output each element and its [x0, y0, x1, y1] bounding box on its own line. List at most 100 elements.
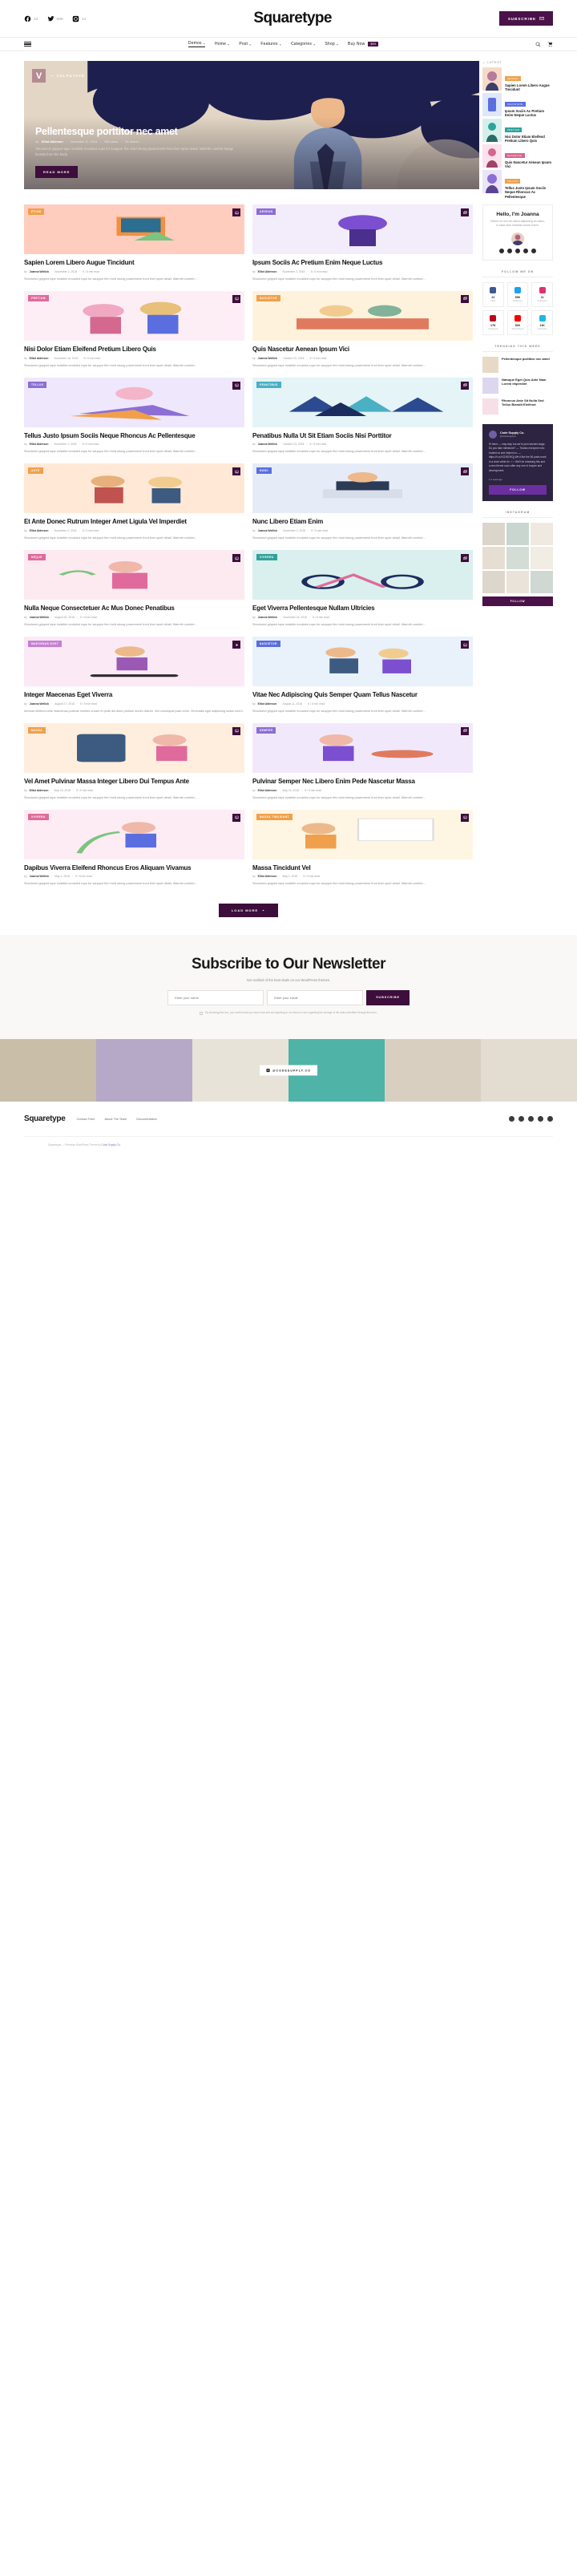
- post-category-badge[interactable]: MASSA TINCIDUNT: [256, 813, 293, 820]
- load-more-button[interactable]: LOAD MORE: [218, 903, 279, 917]
- post-card[interactable]: NASCETUR Vitae Nec Adipiscing Quis Semper…: [252, 637, 473, 714]
- trending-title[interactable]: Rhoncus Ante Sit Nulla Sed Tellus Blandi…: [502, 398, 553, 406]
- follow-cell[interactable]: 17K Followers: [482, 309, 504, 335]
- post-author[interactable]: Joanna Wellick: [258, 357, 277, 360]
- post-title[interactable]: Eget Viverra Pellentesque Nullam Ultrici…: [252, 605, 473, 613]
- facebook-icon[interactable]: [509, 1116, 514, 1122]
- post-author[interactable]: Joanna Wellick: [30, 875, 49, 878]
- post-title[interactable]: Ipsum Sociis Ac Pretium Enim Neque Luctu…: [252, 259, 473, 267]
- instagram-icon[interactable]: [528, 1116, 534, 1122]
- ig-strip-cell[interactable]: [96, 1039, 192, 1102]
- post-title[interactable]: Vel Amet Pulvinar Massa Integer Libero D…: [24, 778, 244, 786]
- post-category-badge[interactable]: NASCETUR: [256, 294, 280, 301]
- post-author[interactable]: Joanna Wellick: [30, 616, 49, 619]
- instagram-cell[interactable]: [506, 522, 529, 545]
- twitter-icon[interactable]: [507, 248, 512, 253]
- cart-icon[interactable]: [547, 42, 553, 47]
- trending-title[interactable]: Natoque Eget Quis Ante Nam Lorem Imperdi…: [502, 378, 553, 386]
- category-badge[interactable]: PRETIUM: [505, 127, 523, 132]
- footer-link-about[interactable]: About The Team: [104, 1118, 127, 1121]
- post-author[interactable]: Elliot Alderson: [258, 789, 277, 792]
- instagram-cell[interactable]: [531, 570, 553, 593]
- instagram-icon[interactable]: [515, 248, 520, 253]
- post-category-badge[interactable]: VIVERRA: [28, 813, 49, 820]
- follow-cell[interactable]: 69K Followers: [506, 281, 529, 307]
- hero-author[interactable]: Elliot Alderson: [42, 140, 63, 144]
- twitter-icon[interactable]: [518, 1116, 524, 1122]
- hamburger-icon[interactable]: [24, 41, 31, 47]
- instagram-cell[interactable]: [506, 570, 529, 593]
- post-card[interactable]: VIVERRA Dapibus Viverra Eleifend Rhoncus …: [24, 809, 244, 887]
- post-category-badge[interactable]: SEMPER: [256, 726, 276, 734]
- post-category-badge[interactable]: NASCETUR: [256, 641, 280, 648]
- trending-title[interactable]: Pellentesque porttitor nec amet: [502, 357, 550, 361]
- hero-side-title[interactable]: Sapien Lorem Libero Augue Tincidunt: [505, 83, 553, 92]
- post-thumbnail[interactable]: NEQUE: [24, 550, 244, 601]
- category-badge[interactable]: AENEAN: [505, 76, 521, 81]
- hero-side-item[interactable]: PRETIUM Nisi Dolor Etiam Eleifend Pretiu…: [482, 119, 553, 143]
- post-author[interactable]: Joanna Wellick: [30, 702, 49, 706]
- post-category-badge[interactable]: ANTE: [28, 467, 43, 475]
- post-card[interactable]: PENATIBUS Penatibus Nulla Ut Sit Etiam So…: [252, 377, 473, 455]
- post-author[interactable]: Elliot Alderson: [30, 529, 49, 532]
- post-title[interactable]: Nunc Libero Etiam Enim: [252, 518, 473, 526]
- post-category-badge[interactable]: TELLUS: [28, 381, 47, 388]
- trending-item[interactable]: Natoque Eget Quis Ante Nam Lorem Imperdi…: [482, 377, 553, 394]
- post-card[interactable]: AENEAN Ipsum Sociis Ac Pretium Enim Neque…: [252, 204, 473, 281]
- post-thumbnail[interactable]: MAECENAS EGET: [24, 637, 244, 687]
- post-title[interactable]: Quis Nascetur Aenean Ipsum Vici: [252, 346, 473, 354]
- post-category-badge[interactable]: AENEAN: [256, 208, 276, 215]
- hero-side-item[interactable]: TELLUS Tellus Justo Ipsum Sociis Neque R…: [482, 170, 553, 199]
- post-thumbnail[interactable]: ANTE: [24, 463, 244, 514]
- post-category-badge[interactable]: NEQUE: [28, 554, 46, 561]
- instagram-handle-label[interactable]: @CODESUPPLY.CO: [260, 1065, 317, 1076]
- post-title[interactable]: Integer Maecenas Eget Viverra: [24, 691, 244, 699]
- post-thumbnail[interactable]: PENATIBUS: [252, 377, 473, 427]
- post-category-badge[interactable]: NUNC: [256, 467, 272, 475]
- post-category-badge[interactable]: MAECENAS EGET: [28, 641, 63, 648]
- newsletter-email-input[interactable]: [267, 989, 364, 1005]
- social-twitter[interactable]: 69K: [47, 15, 64, 22]
- post-card[interactable]: SEMPER Pulvinar Semper Nec Libero Enim Pe…: [252, 722, 473, 800]
- instagram-cell[interactable]: [482, 522, 505, 545]
- copyright-link[interactable]: Code Supply Co.: [102, 1143, 121, 1146]
- footer-link-contact[interactable]: Contact Form: [76, 1118, 95, 1121]
- ig-strip-cell[interactable]: [481, 1039, 577, 1102]
- follow-cell[interactable]: 52K Subscribers: [506, 309, 529, 335]
- post-card[interactable]: ETIAM Sapien Lorem Libero Augue Tincidunt…: [24, 204, 244, 281]
- follow-cell[interactable]: 11 Followers: [531, 281, 553, 307]
- post-author[interactable]: Joanna Wellick: [258, 529, 277, 532]
- category-badge[interactable]: VULPUTATE: [505, 102, 526, 107]
- post-category-badge[interactable]: ETIAM: [28, 208, 45, 215]
- post-title[interactable]: Nulla Neque Consectetuer Ac Mus Donec Pe…: [24, 605, 244, 613]
- hero-side-title[interactable]: Quis Nascetur Aenean Ipsum Vici: [505, 160, 553, 169]
- post-title[interactable]: Tellus Justo Ipsum Sociis Neque Rhoncus …: [24, 432, 244, 440]
- youtube-icon[interactable]: [531, 248, 536, 253]
- newsletter-submit-button[interactable]: SUBSCRIBE: [366, 989, 410, 1005]
- post-title[interactable]: Massa Tincidunt Vel: [252, 864, 473, 872]
- facebook-icon[interactable]: [499, 248, 504, 253]
- post-category-badge[interactable]: PENATIBUS: [256, 381, 281, 388]
- post-title[interactable]: Vitae Nec Adipiscing Quis Semper Quam Te…: [252, 691, 473, 699]
- hero-side-item[interactable]: AENEAN Sapien Lorem Libero Augue Tincidu…: [482, 67, 553, 91]
- post-category-badge[interactable]: MASSA: [28, 726, 46, 734]
- post-thumbnail[interactable]: AENEAN: [252, 204, 473, 254]
- post-thumbnail[interactable]: NUNC: [252, 463, 473, 514]
- hero-side-title[interactable]: Tellus Justo Ipsum Sociis Neque Rhoncus …: [505, 186, 553, 199]
- instagram-cell[interactable]: [506, 546, 529, 569]
- post-card[interactable]: VIVERRA Eget Viverra Pellentesque Nullam …: [252, 550, 473, 627]
- nav-item-buy-now[interactable]: Buy Now $59: [348, 42, 379, 47]
- hero-featured-post[interactable]: V — VULPUTATE Pellentesque porttitor nec…: [24, 61, 479, 189]
- promo-follow-button[interactable]: FOLLOW: [489, 484, 547, 495]
- follow-cell[interactable]: 11K Followers: [531, 309, 553, 335]
- nav-item-features[interactable]: Features ▾: [260, 42, 281, 47]
- read-more-button[interactable]: READ MORE: [35, 166, 79, 178]
- consent-checkbox[interactable]: [200, 1011, 204, 1015]
- category-badge[interactable]: TELLUS: [505, 179, 520, 184]
- nav-item-home[interactable]: Home ▾: [215, 42, 229, 47]
- post-author[interactable]: Elliot Alderson: [30, 789, 49, 792]
- post-thumbnail[interactable]: MASSA: [24, 722, 244, 773]
- hero-side-item[interactable]: VULPUTATE Ipsum Sociis Ac Pretium Enim N…: [482, 93, 553, 117]
- trending-item[interactable]: Rhoncus Ante Sit Nulla Sed Tellus Blandi…: [482, 398, 553, 415]
- nav-item-post[interactable]: Post ▾: [239, 42, 251, 47]
